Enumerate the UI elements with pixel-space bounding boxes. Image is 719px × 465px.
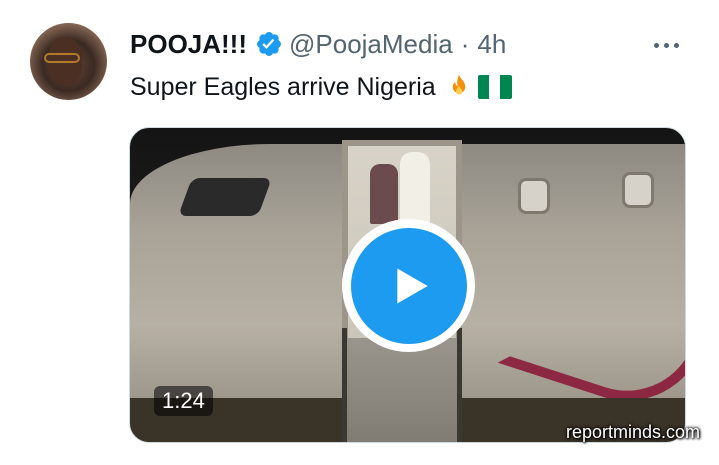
- more-dot: [663, 42, 669, 48]
- avatar-glasses: [44, 53, 80, 63]
- boarding-stairs: [342, 328, 462, 442]
- author-handle[interactable]: @PoojaMedia: [289, 29, 453, 60]
- tweet-text: Super Eagles arrive Nigeria: [130, 70, 512, 104]
- aircraft-window: [622, 172, 654, 208]
- play-button-inner: [350, 227, 467, 344]
- more-options-icon[interactable]: [648, 32, 684, 58]
- watermark-text: reportminds.com: [566, 422, 701, 442]
- tweet-header: POOJA!!! @PoojaMedia · 4h: [130, 26, 506, 62]
- person-figure: [370, 164, 398, 224]
- video-duration: 1:24: [154, 386, 213, 416]
- more-dot: [653, 42, 659, 48]
- more-dot: [673, 42, 679, 48]
- author-avatar[interactable]: [30, 23, 107, 100]
- nigeria-flag-icon: [477, 75, 512, 99]
- tweet-timestamp[interactable]: 4h: [477, 29, 506, 60]
- stair-rail: [342, 328, 347, 442]
- separator-dot: ·: [460, 28, 470, 59]
- aircraft-window: [518, 178, 550, 214]
- stair-rail: [457, 328, 462, 442]
- video-player[interactable]: 1:24: [129, 127, 686, 443]
- tweet-text-body: Super Eagles arrive Nigeria: [130, 72, 436, 101]
- cockpit-window: [178, 178, 272, 216]
- play-button[interactable]: [342, 219, 475, 352]
- fire-icon: [452, 74, 465, 95]
- author-name[interactable]: POOJA!!!: [130, 29, 247, 60]
- play-icon: [396, 268, 428, 303]
- verified-badge-icon: [257, 32, 281, 56]
